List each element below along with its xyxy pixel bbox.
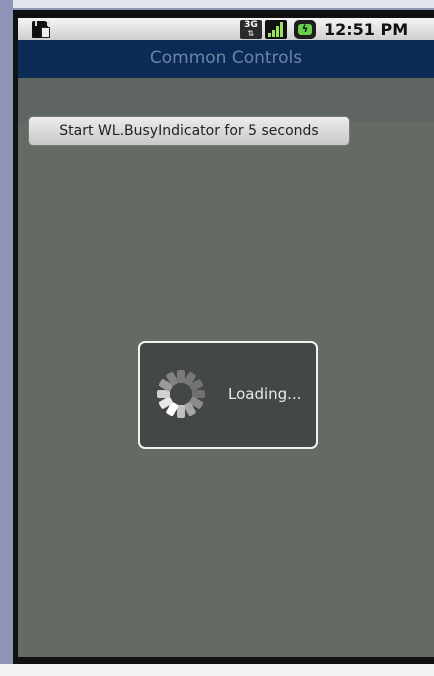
data-arrows-icon: ⇅ — [247, 29, 255, 38]
notification-badge — [41, 27, 50, 38]
signal-strength-icon — [265, 20, 287, 39]
signal-bar-4 — [280, 22, 283, 37]
status-clock: 12:51 PM — [324, 20, 409, 39]
signal-bar-2 — [272, 30, 275, 37]
loading-label: Loading... — [228, 385, 302, 403]
app-title-bar: Common Controls — [18, 40, 434, 78]
spinner-segment — [192, 390, 205, 398]
spinner-segment — [157, 390, 170, 398]
busy-indicator-overlay: Loading... — [138, 341, 318, 449]
signal-bar-1 — [268, 33, 271, 37]
charging-bolt-icon: ϟ — [298, 24, 312, 35]
loading-spinner-icon — [157, 370, 205, 418]
device-frame-bottom — [0, 664, 434, 676]
phone-screen: 3G ⇅ ϟ 12:51 PM Common Controls Start WL… — [13, 10, 434, 664]
device-frame-left — [0, 0, 13, 676]
page-title: Common Controls — [149, 48, 303, 68]
status-bar: 3G ⇅ ϟ 12:51 PM — [18, 18, 434, 40]
start-busy-indicator-button[interactable]: Start WL.BusyIndicator for 5 seconds — [28, 116, 350, 146]
3g-data-icon: 3G ⇅ — [240, 20, 262, 39]
device-frame-top — [0, 0, 434, 8]
screen-bottom-edge — [13, 657, 434, 664]
signal-bar-3 — [276, 26, 279, 37]
spinner-segment — [177, 370, 185, 383]
spinner-segment — [177, 405, 185, 418]
battery-charging-icon: ϟ — [294, 20, 316, 39]
